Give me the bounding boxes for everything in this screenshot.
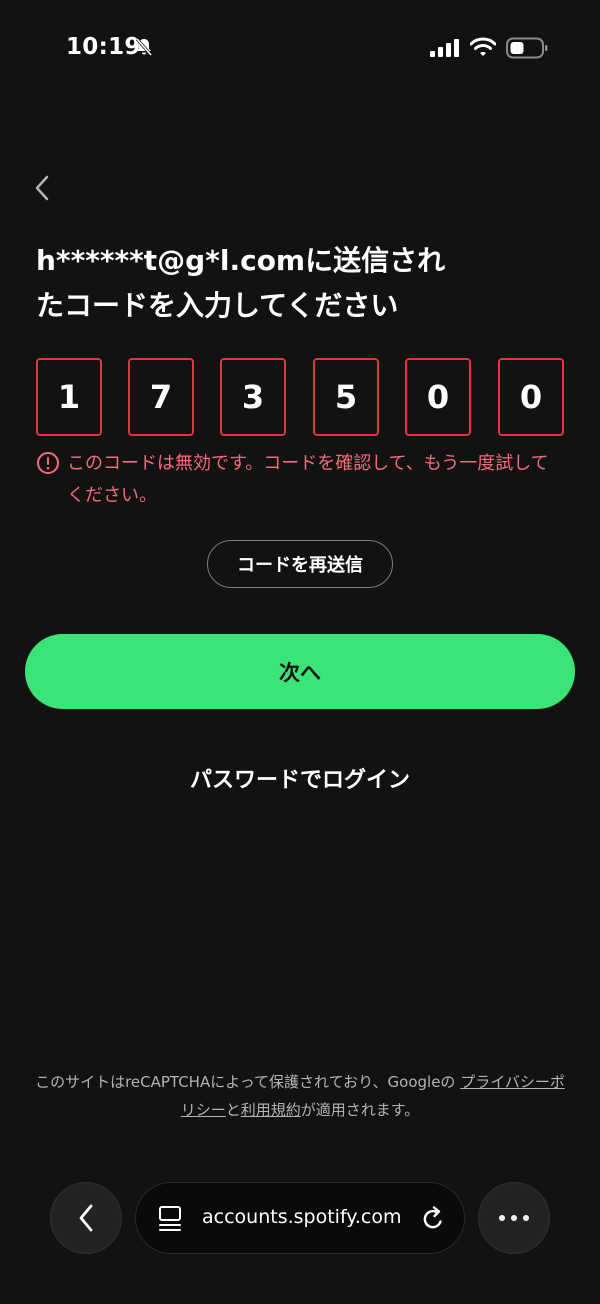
code-digit-2[interactable]: 7 xyxy=(128,358,194,436)
more-icon xyxy=(499,1215,529,1221)
code-digit-4[interactable]: 5 xyxy=(313,358,379,436)
terms-link[interactable]: 利用規約 xyxy=(241,1101,301,1119)
reload-icon[interactable] xyxy=(420,1205,446,1237)
url-text[interactable]: accounts.spotify.com xyxy=(202,1206,401,1228)
signal-icon xyxy=(430,38,460,62)
code-input-row: 1 7 3 5 0 0 xyxy=(36,358,564,436)
alert-circle-icon xyxy=(36,451,60,479)
status-bar: 10:19 xyxy=(0,0,600,96)
next-button[interactable]: 次へ xyxy=(25,634,575,709)
code-digit-1[interactable]: 1 xyxy=(36,358,102,436)
bell-slash-icon xyxy=(134,37,154,61)
error-message: このコードは無効です。コードを確認して、もう一度試してください。 xyxy=(67,453,549,506)
recaptcha-prefix: このサイトはreCAPTCHAによって保護されており、Googleの xyxy=(35,1073,456,1091)
password-login-link[interactable]: パスワードでログイン xyxy=(0,762,600,794)
back-button[interactable] xyxy=(24,170,60,206)
chevron-left-icon xyxy=(79,1204,93,1232)
code-digit-5[interactable]: 0 xyxy=(405,358,471,436)
recaptcha-notice: このサイトはreCAPTCHAによって保護されており、Googleの プライバシ… xyxy=(30,1068,570,1124)
recaptcha-conjunction: と xyxy=(225,1101,241,1119)
status-time: 10:19 xyxy=(66,34,141,60)
page-title: h******t@g*l.comに送信されたコードを入力してください xyxy=(36,244,446,322)
chevron-left-icon xyxy=(35,175,49,201)
resend-code-button[interactable]: コードを再送信 xyxy=(207,540,393,588)
address-bar[interactable]: accounts.spotify.com xyxy=(135,1182,465,1254)
code-digit-3[interactable]: 3 xyxy=(220,358,286,436)
more-button[interactable] xyxy=(478,1182,550,1254)
code-digit-6[interactable]: 0 xyxy=(498,358,564,436)
wifi-icon xyxy=(469,36,497,62)
battery-icon xyxy=(506,37,548,63)
recaptcha-suffix: が適用されます。 xyxy=(300,1101,420,1119)
browser-back-button[interactable] xyxy=(50,1182,122,1254)
tabs-icon[interactable] xyxy=(158,1205,184,1237)
